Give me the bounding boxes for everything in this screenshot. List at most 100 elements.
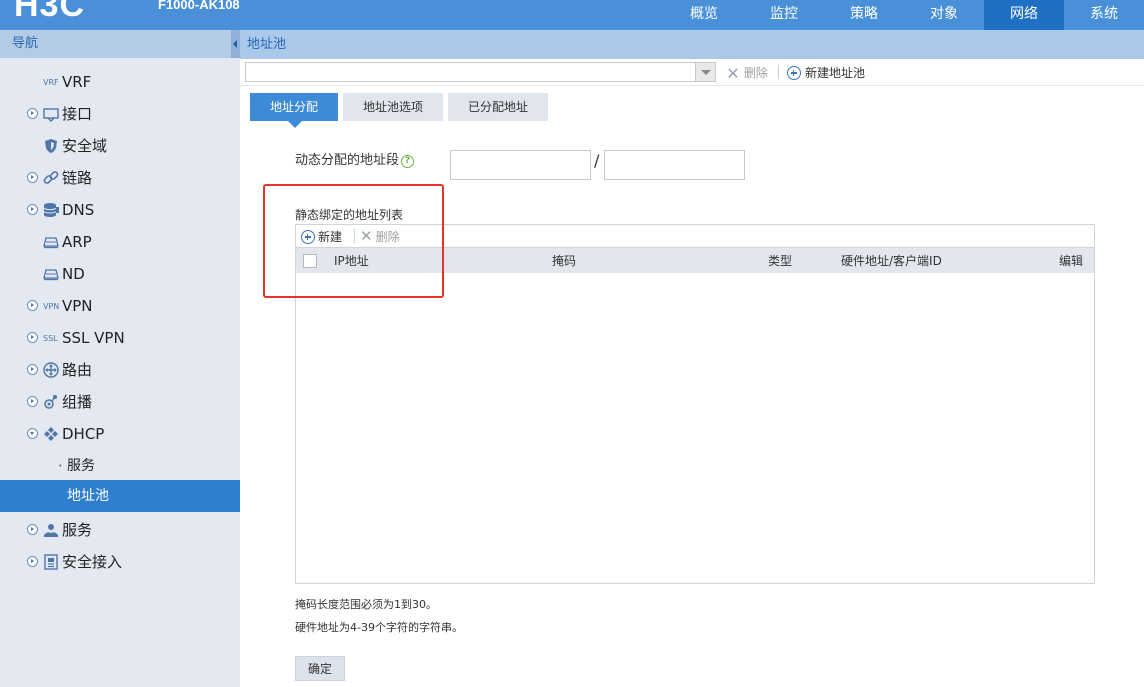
sidebar-item-label: 安全域 [62,137,108,155]
help-icon[interactable]: ? [401,155,415,168]
vpn-icon: VPN [43,298,59,314]
expand-icon[interactable] [27,396,38,407]
sidebar-item-dhcp[interactable]: DHCP [0,418,240,450]
toolbar: ✕ 删除 新建地址池 [240,59,1144,86]
breadcrumb: 地址池 [240,30,1144,59]
shield-icon [43,138,59,154]
top-nav: 概览 监控 策略 对象 网络 系统 [664,0,1144,30]
delete-binding-button[interactable]: ✕ 删除 [360,227,400,245]
new-pool-label: 新建地址池 [805,66,866,80]
sidebar-item-interface[interactable]: 接口 [0,98,240,130]
column-edit[interactable]: 编辑 [1059,248,1083,274]
new-binding-button[interactable]: 新建 [301,227,342,245]
sidebar-item-label: 组播 [62,393,93,411]
sidebar-item-label: DNS [62,201,95,219]
sidebar-item-label: VRF [62,73,92,91]
sidebar-item-service[interactable]: 服务 [0,514,240,546]
sidebar-item-multicast[interactable]: 组播 [0,386,240,418]
top-tab-overview[interactable]: 概览 [664,0,744,30]
sidebar-item-vrf[interactable]: VRF VRF [0,66,240,98]
tab-assigned-addresses[interactable]: 已分配地址 [448,93,548,121]
new-pool-button[interactable]: 新建地址池 [787,63,865,83]
range-separator: / [594,151,600,170]
sidebar-item-dns[interactable]: DNS [0,194,240,226]
column-hardware-address[interactable]: 硬件地址/客户端ID [841,248,942,274]
collapse-icon[interactable] [27,428,38,439]
expand-icon[interactable] [27,172,38,183]
column-ip-address[interactable]: IP地址 [334,248,369,274]
svg-text:VPN: VPN [43,302,59,311]
column-mask[interactable]: 掩码 [552,248,576,274]
expand-icon[interactable] [27,204,38,215]
brand-logo: H3C [14,0,86,24]
sidebar-item-label: 安全接入 [62,553,123,571]
expand-icon[interactable] [27,332,38,343]
svg-text:SSL: SSL [43,334,58,343]
sidebar-item-routing[interactable]: 路由 [0,354,240,386]
expand-icon[interactable] [27,108,38,119]
mask-length-note: 掩码长度范围必须为1到30。 [295,598,437,611]
sidebar-item-secure-access[interactable]: 安全接入 [0,546,240,578]
add-icon [301,230,315,244]
static-list-label: 静态绑定的地址列表 [295,208,404,222]
column-type[interactable]: 类型 [768,248,792,274]
close-icon: ✕ [726,64,740,83]
sidebar-item-nd[interactable]: ND [0,258,240,290]
chevron-down-icon[interactable] [695,63,715,81]
main-panel: 地址池 ✕ 删除 新建地址池 地址分配 地址池选项 已分配地址 动态分配的地址段… [240,30,1144,687]
sidebar-item-vpn[interactable]: VPN VPN [0,290,240,322]
sidebar: 导航 VRF VRF 接口 安全域 链路 DNS ARP ND VPN VPN … [0,30,240,687]
tab-pool-options[interactable]: 地址池选项 [343,93,443,121]
expand-icon[interactable] [27,300,38,311]
sidebar-item-label: 链路 [62,169,93,187]
dhcp-icon [43,426,59,442]
sidebar-title: 导航 [12,36,39,51]
top-tab-object[interactable]: 对象 [904,0,984,30]
routing-icon [43,362,59,378]
sidebar-item-label: 服务 [62,521,93,539]
delete-pool-label: 删除 [743,66,768,80]
delete-pool-button[interactable]: ✕ 删除 [726,63,768,83]
add-icon [787,66,801,80]
sidebar-item-ssl-vpn[interactable]: SSL SSL VPN [0,322,240,354]
sidebar-item-link[interactable]: 链路 [0,162,240,194]
sidebar-item-label: ND [62,265,85,283]
sidebar-item-label: DHCP [62,425,105,443]
table-header: IP地址 掩码 类型 硬件地址/客户端ID 编辑 [296,247,1094,273]
sidebar-item-dhcp-service[interactable]: · 服务 [0,450,240,482]
service-icon [43,522,59,538]
new-binding-label: 新建 [318,230,343,244]
sidebar-item-arp[interactable]: ARP [0,226,240,258]
confirm-button[interactable]: 确定 [295,656,345,681]
select-all-checkbox[interactable] [303,254,317,268]
range-start-input[interactable] [450,150,591,180]
nd-icon [43,266,59,282]
sidebar-item-label: 服务 [67,458,95,474]
interface-icon [43,106,59,122]
sidebar-item-label: ARP [62,233,92,251]
top-tab-policy[interactable]: 策略 [824,0,904,30]
expand-icon[interactable] [27,364,38,375]
hardware-address-note: 硬件地址为4-39个字符的字符串。 [295,621,463,634]
expand-icon[interactable] [27,524,38,535]
sidebar-item-address-pool[interactable]: 地址池 [0,480,240,512]
link-icon [43,170,59,186]
sidebar-item-label: 地址池 [67,488,109,504]
table-toolbar: 新建 ✕ 删除 [296,225,1094,247]
table-toolbar-divider [354,229,355,243]
top-tab-system[interactable]: 系统 [1064,0,1144,30]
tab-address-allocation[interactable]: 地址分配 [250,93,338,128]
pool-select[interactable] [245,62,716,82]
close-icon: ✕ [360,227,373,245]
database-icon [43,202,59,218]
range-end-input[interactable] [604,150,745,180]
svg-text:VRF: VRF [43,78,59,87]
sidebar-item-security-zone[interactable]: 安全域 [0,130,240,162]
expand-icon[interactable] [27,556,38,567]
top-bar: H3C F1000-AK108 概览 监控 策略 对象 网络 系统 [0,0,1144,30]
dynamic-range-label: 动态分配的地址段? [295,149,415,168]
sidebar-item-label: VPN [62,297,93,315]
top-tab-network[interactable]: 网络 [984,0,1064,30]
collapse-sidebar-button[interactable] [231,30,240,58]
top-tab-monitor[interactable]: 监控 [744,0,824,30]
